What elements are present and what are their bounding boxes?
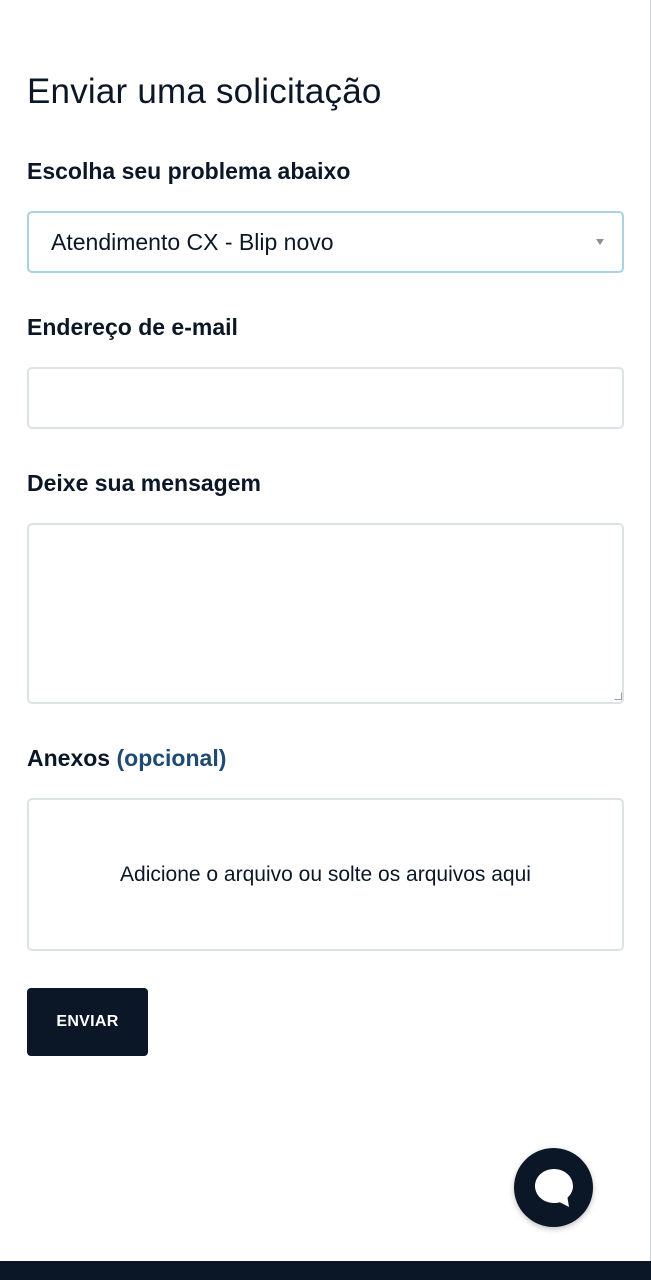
chat-launcher-button[interactable] [514,1148,593,1227]
attachments-dropzone[interactable]: Adicione o arquivo ou solte os arquivos … [27,798,624,951]
optional-label: (opcional) [116,745,227,771]
attachments-label-text: Anexos [27,745,111,771]
email-field[interactable] [27,367,624,429]
chevron-down-icon [596,239,604,245]
attachments-label: Anexos (opcional) [27,745,226,772]
message-label: Deixe sua mensagem [27,470,261,496]
problem-select[interactable]: Atendimento CX - Blip novo [27,211,624,273]
submit-button[interactable]: ENVIAR [27,988,148,1056]
message-textarea[interactable] [27,523,624,704]
page-title: Enviar uma solicitação [27,72,382,111]
problem-select-value: Atendimento CX - Blip novo [51,228,334,255]
request-form-page: Enviar uma solicitação Escolha seu probl… [0,0,651,1280]
dropzone-text: Adicione o arquivo ou solte os arquivos … [120,862,531,886]
chat-bubble-icon [534,1168,573,1207]
email-label: Endereço de e-mail [27,314,238,340]
problem-label: Escolha seu problema abaixo [27,158,351,184]
footer-bar [0,1261,651,1280]
